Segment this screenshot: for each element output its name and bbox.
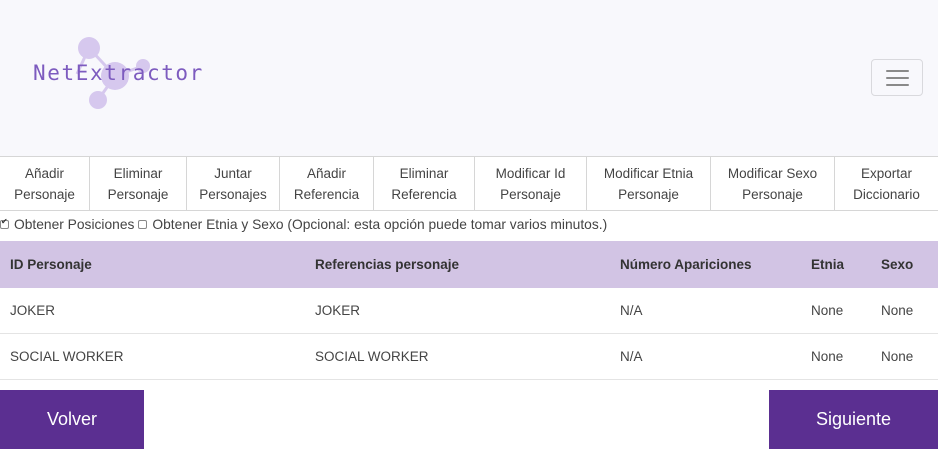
menu-toggle-button[interactable] <box>871 59 923 96</box>
delete-character-button[interactable]: Eliminar Personaje <box>90 157 187 210</box>
logo-text: NetExtractor <box>33 61 204 85</box>
logo[interactable]: NetExtractor <box>30 34 202 114</box>
cell-id: SOCIAL WORKER <box>10 349 124 364</box>
next-button[interactable]: Siguiente <box>769 390 938 449</box>
app-header: NetExtractor <box>0 0 938 156</box>
cell-sex: None <box>881 349 914 364</box>
cell-references: JOKER <box>315 303 361 318</box>
cell-sex: None <box>881 303 914 318</box>
action-toolbar: Añadir Personaje Eliminar Personaje Junt… <box>0 156 938 211</box>
header-id: ID Personaje <box>10 257 92 272</box>
positions-label: Obtener Posiciones <box>14 216 135 232</box>
cell-id: JOKER <box>10 303 56 318</box>
table-row[interactable]: SOCIAL WORKER SOCIAL WORKER N/A None Non… <box>0 334 938 380</box>
header-ethnicity: Etnia <box>811 257 845 272</box>
cell-appearances: N/A <box>620 349 643 364</box>
export-dictionary-button[interactable]: Exportar Diccionario <box>835 157 938 210</box>
characters-table: ID Personaje Referencias personaje Númer… <box>0 241 938 380</box>
add-character-button[interactable]: Añadir Personaje <box>0 157 90 210</box>
header-references: Referencias personaje <box>315 257 460 272</box>
cell-appearances: N/A <box>620 303 643 318</box>
merge-characters-button[interactable]: Juntar Personajes <box>187 157 280 210</box>
add-reference-button[interactable]: Añadir Referencia <box>280 157 374 210</box>
header-sex: Sexo <box>881 257 914 272</box>
table-header: ID Personaje Referencias personaje Númer… <box>0 241 938 288</box>
positions-checkbox[interactable] <box>0 217 9 229</box>
delete-reference-button[interactable]: Eliminar Referencia <box>374 157 475 210</box>
ethnicity-sex-checkbox[interactable] <box>138 219 148 229</box>
ethnicity-sex-label: Obtener Etnia y Sexo (Opcional: esta opc… <box>152 216 608 232</box>
header-appearances: Número Apariciones <box>620 257 752 272</box>
cell-references: SOCIAL WORKER <box>315 349 429 364</box>
back-button[interactable]: Volver <box>0 390 144 449</box>
modify-ethnicity-button[interactable]: Modificar Etnia Personaje <box>587 157 711 210</box>
cell-ethnicity: None <box>811 349 844 364</box>
options-row: Obtener Posiciones Obtener Etnia y Sexo … <box>0 214 611 234</box>
cell-ethnicity: None <box>811 303 844 318</box>
table-row[interactable]: JOKER JOKER N/A None None <box>0 288 938 334</box>
modify-sex-button[interactable]: Modificar Sexo Personaje <box>711 157 835 210</box>
modify-id-button[interactable]: Modificar Id Personaje <box>475 157 587 210</box>
hamburger-icon <box>886 70 909 72</box>
